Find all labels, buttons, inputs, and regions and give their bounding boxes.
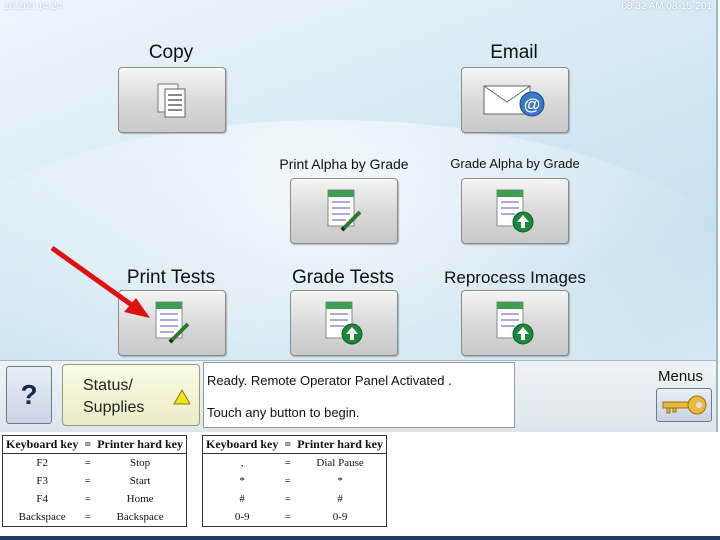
- table-cell: =: [284, 475, 291, 487]
- print-document-icon: [327, 189, 362, 232]
- table-cell: 0-9: [234, 511, 250, 523]
- table-row: , = Dial Pause: [203, 454, 387, 473]
- table1-header-keyboard: Keyboard key: [2, 435, 82, 454]
- grade-tests-button[interactable]: [290, 290, 398, 356]
- email-label: Email: [490, 42, 538, 63]
- table-cell: =: [284, 511, 291, 523]
- top-bar-datetime: 08:32 AM 08-15-201: [621, 1, 712, 12]
- reprocess-images-button[interactable]: [461, 290, 569, 356]
- copy-button[interactable]: [118, 67, 226, 133]
- table-cell: =: [84, 511, 91, 523]
- reprocess-images-label: Reprocess Images: [444, 268, 586, 287]
- table-cell: #: [337, 493, 343, 505]
- table-cell: F4: [36, 493, 48, 505]
- menus-label: Menus: [658, 368, 704, 385]
- menus-button[interactable]: [656, 388, 712, 422]
- table-cell: =: [84, 493, 91, 505]
- table-row: F2 = Stop: [3, 454, 187, 473]
- print-document-icon: [155, 301, 190, 344]
- table-cell: =: [284, 457, 291, 469]
- operator-panel-screen: 10:200 14:24 08:32 AM 08-15-201 Copy Ema…: [0, 0, 718, 432]
- table-cell: ,: [240, 457, 244, 469]
- table-cell: 0-9: [332, 511, 348, 523]
- grade-document-icon: [325, 301, 363, 345]
- status-supplies-button[interactable]: Status/ Supplies: [62, 364, 200, 426]
- grade-tests-label: Grade Tests: [291, 267, 395, 288]
- warning-icon: [173, 389, 191, 405]
- print-tests-label: Print Tests: [126, 267, 216, 288]
- table1-header-equals: =: [81, 435, 95, 454]
- table1-header-printer: Printer hard key: [94, 435, 187, 454]
- status-label: Status/: [83, 377, 133, 394]
- table-cell: *: [239, 475, 245, 487]
- grade-alpha-by-grade-label: Grade Alpha by Grade: [450, 156, 580, 171]
- table-cell: *: [337, 475, 343, 487]
- grade-alpha-by-grade-button[interactable]: [461, 178, 569, 244]
- help-button[interactable]: ?: [6, 366, 52, 424]
- table-cell: F2: [36, 457, 48, 469]
- print-alpha-by-grade-button[interactable]: [290, 178, 398, 244]
- table-cell: Start: [129, 475, 151, 487]
- key-mapping-table-1: Keyboard key = Printer hard key F2 = Sto…: [2, 435, 187, 527]
- status-message-box: Ready. Remote Operator Panel Activated .…: [203, 362, 515, 428]
- table-cell: =: [284, 493, 291, 505]
- table-cell: Backspace: [18, 511, 66, 523]
- key-icon: [662, 395, 707, 415]
- table-cell: =: [84, 457, 91, 469]
- bottom-divider: [0, 536, 720, 540]
- print-alpha-by-grade-label: Print Alpha by Grade: [279, 156, 409, 172]
- table-cell: #: [239, 493, 245, 505]
- table-row: F3 = Start: [3, 472, 187, 490]
- email-icon: @: [483, 85, 545, 117]
- table-row: F4 = Home: [3, 490, 187, 508]
- svg-text:@: @: [524, 95, 541, 114]
- supplies-label: Supplies: [83, 399, 145, 416]
- table-row: 0-9 = 0-9: [203, 508, 387, 527]
- table-cell: Dial Pause: [316, 457, 364, 469]
- table2-header-printer: Printer hard key: [294, 435, 387, 454]
- print-tests-button[interactable]: [118, 290, 226, 356]
- copy-label: Copy: [148, 42, 194, 63]
- top-status-bar: 10:200 14:24 08:32 AM 08-15-201: [0, 0, 716, 14]
- table2-header-keyboard: Keyboard key: [202, 435, 282, 454]
- key-mapping-table-2: Keyboard key = Printer hard key , = Dial…: [202, 435, 387, 527]
- table-cell: Home: [126, 493, 154, 505]
- table2-header-equals: =: [281, 435, 295, 454]
- table-row: # = #: [203, 490, 387, 508]
- table-row: Backspace = Backspace: [3, 508, 187, 527]
- table-cell: Backspace: [116, 511, 164, 523]
- table-cell: F3: [36, 475, 48, 487]
- table-row: * = *: [203, 472, 387, 490]
- grade-document-icon: [496, 301, 534, 345]
- grade-document-icon: [496, 189, 534, 233]
- top-bar-left-text: 10:200 14:24: [4, 1, 63, 12]
- table-cell: =: [84, 475, 91, 487]
- table-cell: Stop: [129, 457, 151, 469]
- status-message-line1: Ready. Remote Operator Panel Activated .: [207, 373, 452, 388]
- status-message-line2: Touch any button to begin.: [207, 405, 360, 420]
- copy-icon: [157, 83, 186, 118]
- email-button[interactable]: @: [461, 67, 569, 133]
